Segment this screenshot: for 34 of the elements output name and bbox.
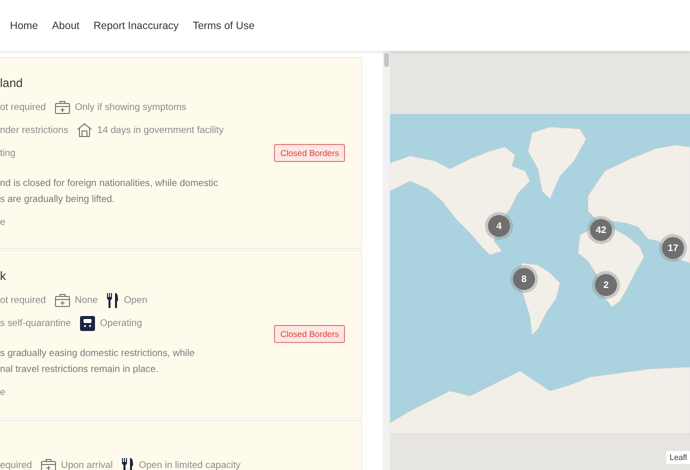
- scrollbar[interactable]: [383, 51, 390, 470]
- status-text: Open in limited capacity: [138, 460, 241, 470]
- status-text: 14 days in government facility: [97, 124, 224, 136]
- cutlery-icon: [106, 292, 119, 308]
- country-name: land: [0, 76, 24, 90]
- description-text: nd is closed for foreign nationalities, while domestic s are gradually being lifted.: [0, 177, 220, 207]
- cutlery-icon: [122, 458, 134, 470]
- nav-link[interactable]: Report Inaccuracy: [93, 20, 179, 32]
- more-link[interactable]: e: [0, 387, 6, 398]
- status-text: nder restrictions: [0, 124, 68, 136]
- status-text: ot required: [0, 102, 46, 112]
- status-text: None: [74, 294, 98, 306]
- status-text: equired: [0, 460, 32, 470]
- status-text: Upon arrival: [61, 460, 113, 470]
- medical-case-icon: [54, 293, 70, 307]
- nav-link[interactable]: Home: [10, 20, 38, 32]
- country-name: k: [0, 269, 7, 283]
- status-text: s self-quarantine: [0, 318, 71, 328]
- nav-link[interactable]: About: [52, 20, 80, 32]
- house-icon: [77, 123, 92, 137]
- status-text: ot required: [0, 294, 46, 306]
- description-text: s gradually easing domestic restrictions, while nal travel restrictions remain in place.: [0, 347, 196, 377]
- bus-icon: [80, 316, 95, 330]
- more-link[interactable]: e: [0, 217, 6, 228]
- medical-case-icon: [41, 458, 56, 470]
- medical-case-icon: [54, 100, 70, 114]
- status-badge: Closed Borders: [274, 325, 345, 343]
- status-text: Only if showing symptoms: [74, 102, 186, 112]
- status-text: Operating: [100, 318, 142, 328]
- status-badge: Closed Borders: [274, 144, 345, 162]
- status-text: Open: [124, 294, 148, 306]
- status-text: ting: [0, 148, 16, 158]
- nav-link[interactable]: Terms of Use: [192, 20, 255, 32]
- attribution-link[interactable]: Leafl: [666, 451, 690, 464]
